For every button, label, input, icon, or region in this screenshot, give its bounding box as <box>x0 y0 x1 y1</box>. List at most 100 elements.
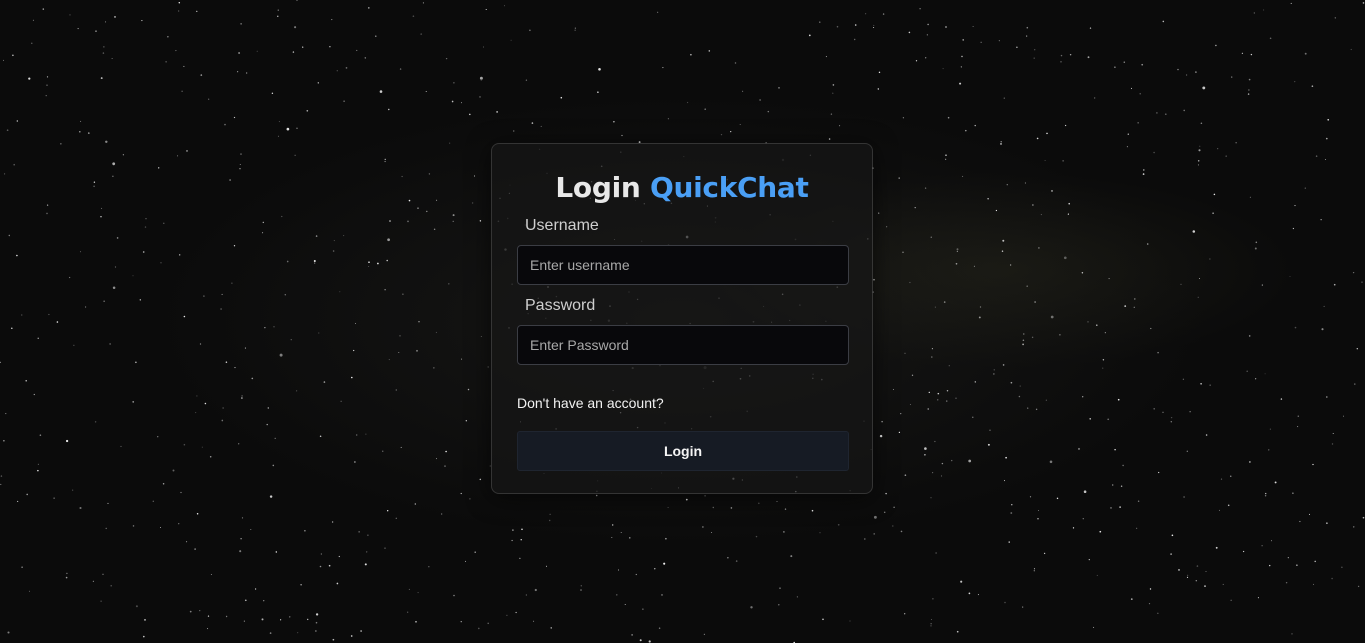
star <box>304 529 306 532</box>
star <box>358 531 360 533</box>
star <box>292 51 295 53</box>
star <box>100 600 102 602</box>
star <box>892 525 894 527</box>
star <box>66 572 68 575</box>
star <box>1146 243 1149 245</box>
star <box>648 640 651 643</box>
star <box>239 168 241 170</box>
login-button[interactable]: Login <box>517 431 849 471</box>
star <box>65 439 69 443</box>
star <box>784 508 787 510</box>
star <box>331 521 334 523</box>
star <box>883 511 886 514</box>
star <box>755 535 758 538</box>
star <box>105 21 107 23</box>
star <box>384 160 386 163</box>
star <box>79 251 82 253</box>
star <box>519 557 521 560</box>
star <box>1033 568 1036 570</box>
login-card: Login QuickChat Username Password Don't … <box>491 143 873 494</box>
star <box>350 635 353 637</box>
star <box>704 494 706 497</box>
star <box>387 510 389 512</box>
star <box>340 400 342 402</box>
star <box>132 401 135 403</box>
star <box>162 483 165 485</box>
star <box>256 50 258 52</box>
star <box>103 46 105 48</box>
star <box>873 26 875 29</box>
star <box>1326 522 1328 524</box>
star <box>987 443 990 446</box>
star <box>873 533 875 535</box>
star <box>238 443 240 445</box>
star <box>822 618 824 621</box>
star <box>408 588 410 590</box>
star <box>42 8 45 10</box>
star <box>1230 475 1232 477</box>
star <box>911 374 914 376</box>
star <box>904 613 906 615</box>
star <box>712 506 715 509</box>
star <box>1096 574 1098 576</box>
star <box>278 121 280 123</box>
star <box>1357 585 1360 588</box>
star <box>904 474 907 477</box>
star <box>1255 241 1258 244</box>
star <box>69 14 71 16</box>
star <box>1183 496 1185 498</box>
star <box>37 463 40 466</box>
star <box>1198 149 1201 152</box>
star <box>620 532 622 533</box>
star <box>930 236 932 238</box>
star <box>379 90 383 93</box>
star <box>144 226 147 228</box>
star <box>313 259 316 263</box>
star <box>0 361 1 364</box>
star <box>13 163 15 166</box>
star <box>937 399 939 401</box>
signup-link[interactable]: Don't have an account? <box>517 395 664 411</box>
star <box>196 10 198 13</box>
star <box>332 250 335 252</box>
star <box>158 167 160 169</box>
star <box>1134 298 1136 300</box>
username-input[interactable] <box>517 245 849 285</box>
star <box>7 631 10 634</box>
star <box>445 57 448 60</box>
star <box>1060 60 1062 63</box>
star <box>1117 398 1120 401</box>
star <box>1205 570 1207 573</box>
star <box>398 352 400 353</box>
star <box>1050 315 1054 319</box>
star <box>1296 564 1298 566</box>
star <box>945 26 947 28</box>
star <box>1297 415 1300 417</box>
star <box>708 50 711 52</box>
star <box>426 210 428 213</box>
star <box>53 497 55 499</box>
star <box>80 120 82 122</box>
star <box>94 421 97 423</box>
star <box>254 588 257 590</box>
star <box>914 206 916 209</box>
star <box>941 462 944 465</box>
star <box>1354 383 1356 385</box>
star <box>1093 626 1095 628</box>
star <box>263 600 265 602</box>
star <box>269 632 272 634</box>
star <box>825 56 827 58</box>
star <box>1022 339 1025 342</box>
star <box>110 585 112 587</box>
star <box>65 576 68 579</box>
star <box>109 343 111 345</box>
password-input[interactable] <box>517 325 849 365</box>
star <box>453 81 455 84</box>
star <box>277 135 279 137</box>
star <box>1196 565 1199 567</box>
star <box>886 226 888 228</box>
star <box>955 397 957 399</box>
star <box>482 46 485 48</box>
star <box>879 434 883 438</box>
star <box>1068 202 1070 205</box>
